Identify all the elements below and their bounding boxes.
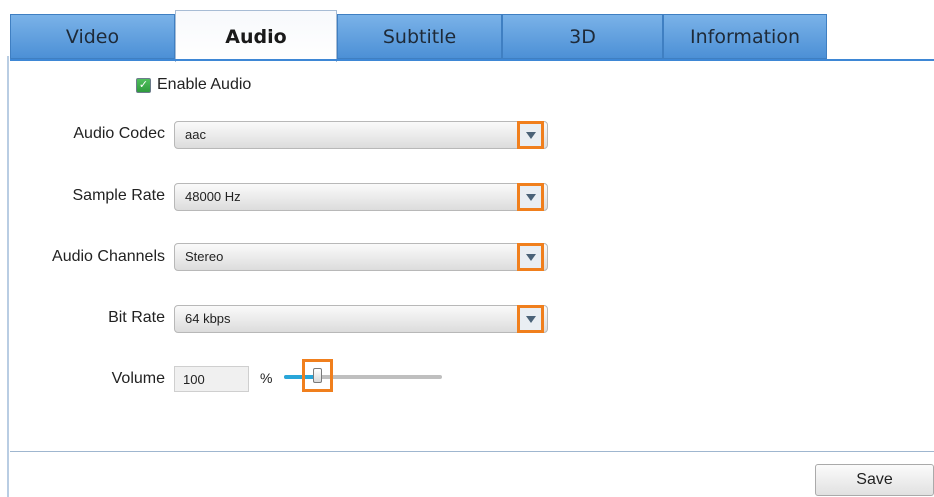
bit-rate-value: 64 kbps xyxy=(185,311,231,326)
chevron-down-icon xyxy=(525,131,536,139)
enable-audio-row: ✓ Enable Audio xyxy=(136,76,251,94)
tab-underline xyxy=(10,59,934,61)
audio-channels-label: Audio Channels xyxy=(52,248,165,265)
tab-video[interactable]: Video xyxy=(10,14,175,59)
frame-left-border xyxy=(7,56,9,497)
audio-codec-select[interactable]: aac xyxy=(174,121,548,149)
bit-rate-label: Bit Rate xyxy=(108,309,165,326)
sample-rate-dropdown-arrow[interactable] xyxy=(517,183,544,211)
enable-audio-checkbox[interactable]: ✓ xyxy=(136,77,151,93)
audio-channels-value: Stereo xyxy=(185,249,224,264)
chevron-down-icon xyxy=(525,253,536,261)
slider-handle-icon xyxy=(313,368,322,383)
tab-audio[interactable]: Audio xyxy=(175,10,337,62)
chevron-down-icon xyxy=(525,315,536,323)
bit-rate-select[interactable]: 64 kbps xyxy=(174,305,548,333)
bit-rate-dropdown-arrow[interactable] xyxy=(517,305,544,333)
volume-unit: % xyxy=(260,370,273,386)
audio-channels-dropdown-arrow[interactable] xyxy=(517,243,544,271)
sample-rate-value: 48000 Hz xyxy=(185,189,241,204)
sample-rate-label: Sample Rate xyxy=(72,187,166,204)
audio-codec-label: Audio Codec xyxy=(73,125,165,142)
save-button[interactable]: Save xyxy=(815,464,934,496)
enable-audio-label: Enable Audio xyxy=(157,76,252,93)
tab-3d[interactable]: 3D xyxy=(502,14,663,59)
audio-codec-dropdown-arrow[interactable] xyxy=(517,121,544,149)
chevron-down-icon xyxy=(525,193,536,201)
tab-subtitle[interactable]: Subtitle xyxy=(337,14,502,59)
audio-channels-select[interactable]: Stereo xyxy=(174,243,548,271)
sample-rate-select[interactable]: 48000 Hz xyxy=(174,183,548,211)
volume-label: Volume xyxy=(111,370,165,387)
tab-information[interactable]: Information xyxy=(663,14,827,59)
volume-slider-thumb[interactable] xyxy=(302,359,333,392)
volume-input[interactable]: 100 xyxy=(174,366,249,392)
footer-divider xyxy=(10,451,934,452)
audio-codec-value: aac xyxy=(185,127,206,142)
